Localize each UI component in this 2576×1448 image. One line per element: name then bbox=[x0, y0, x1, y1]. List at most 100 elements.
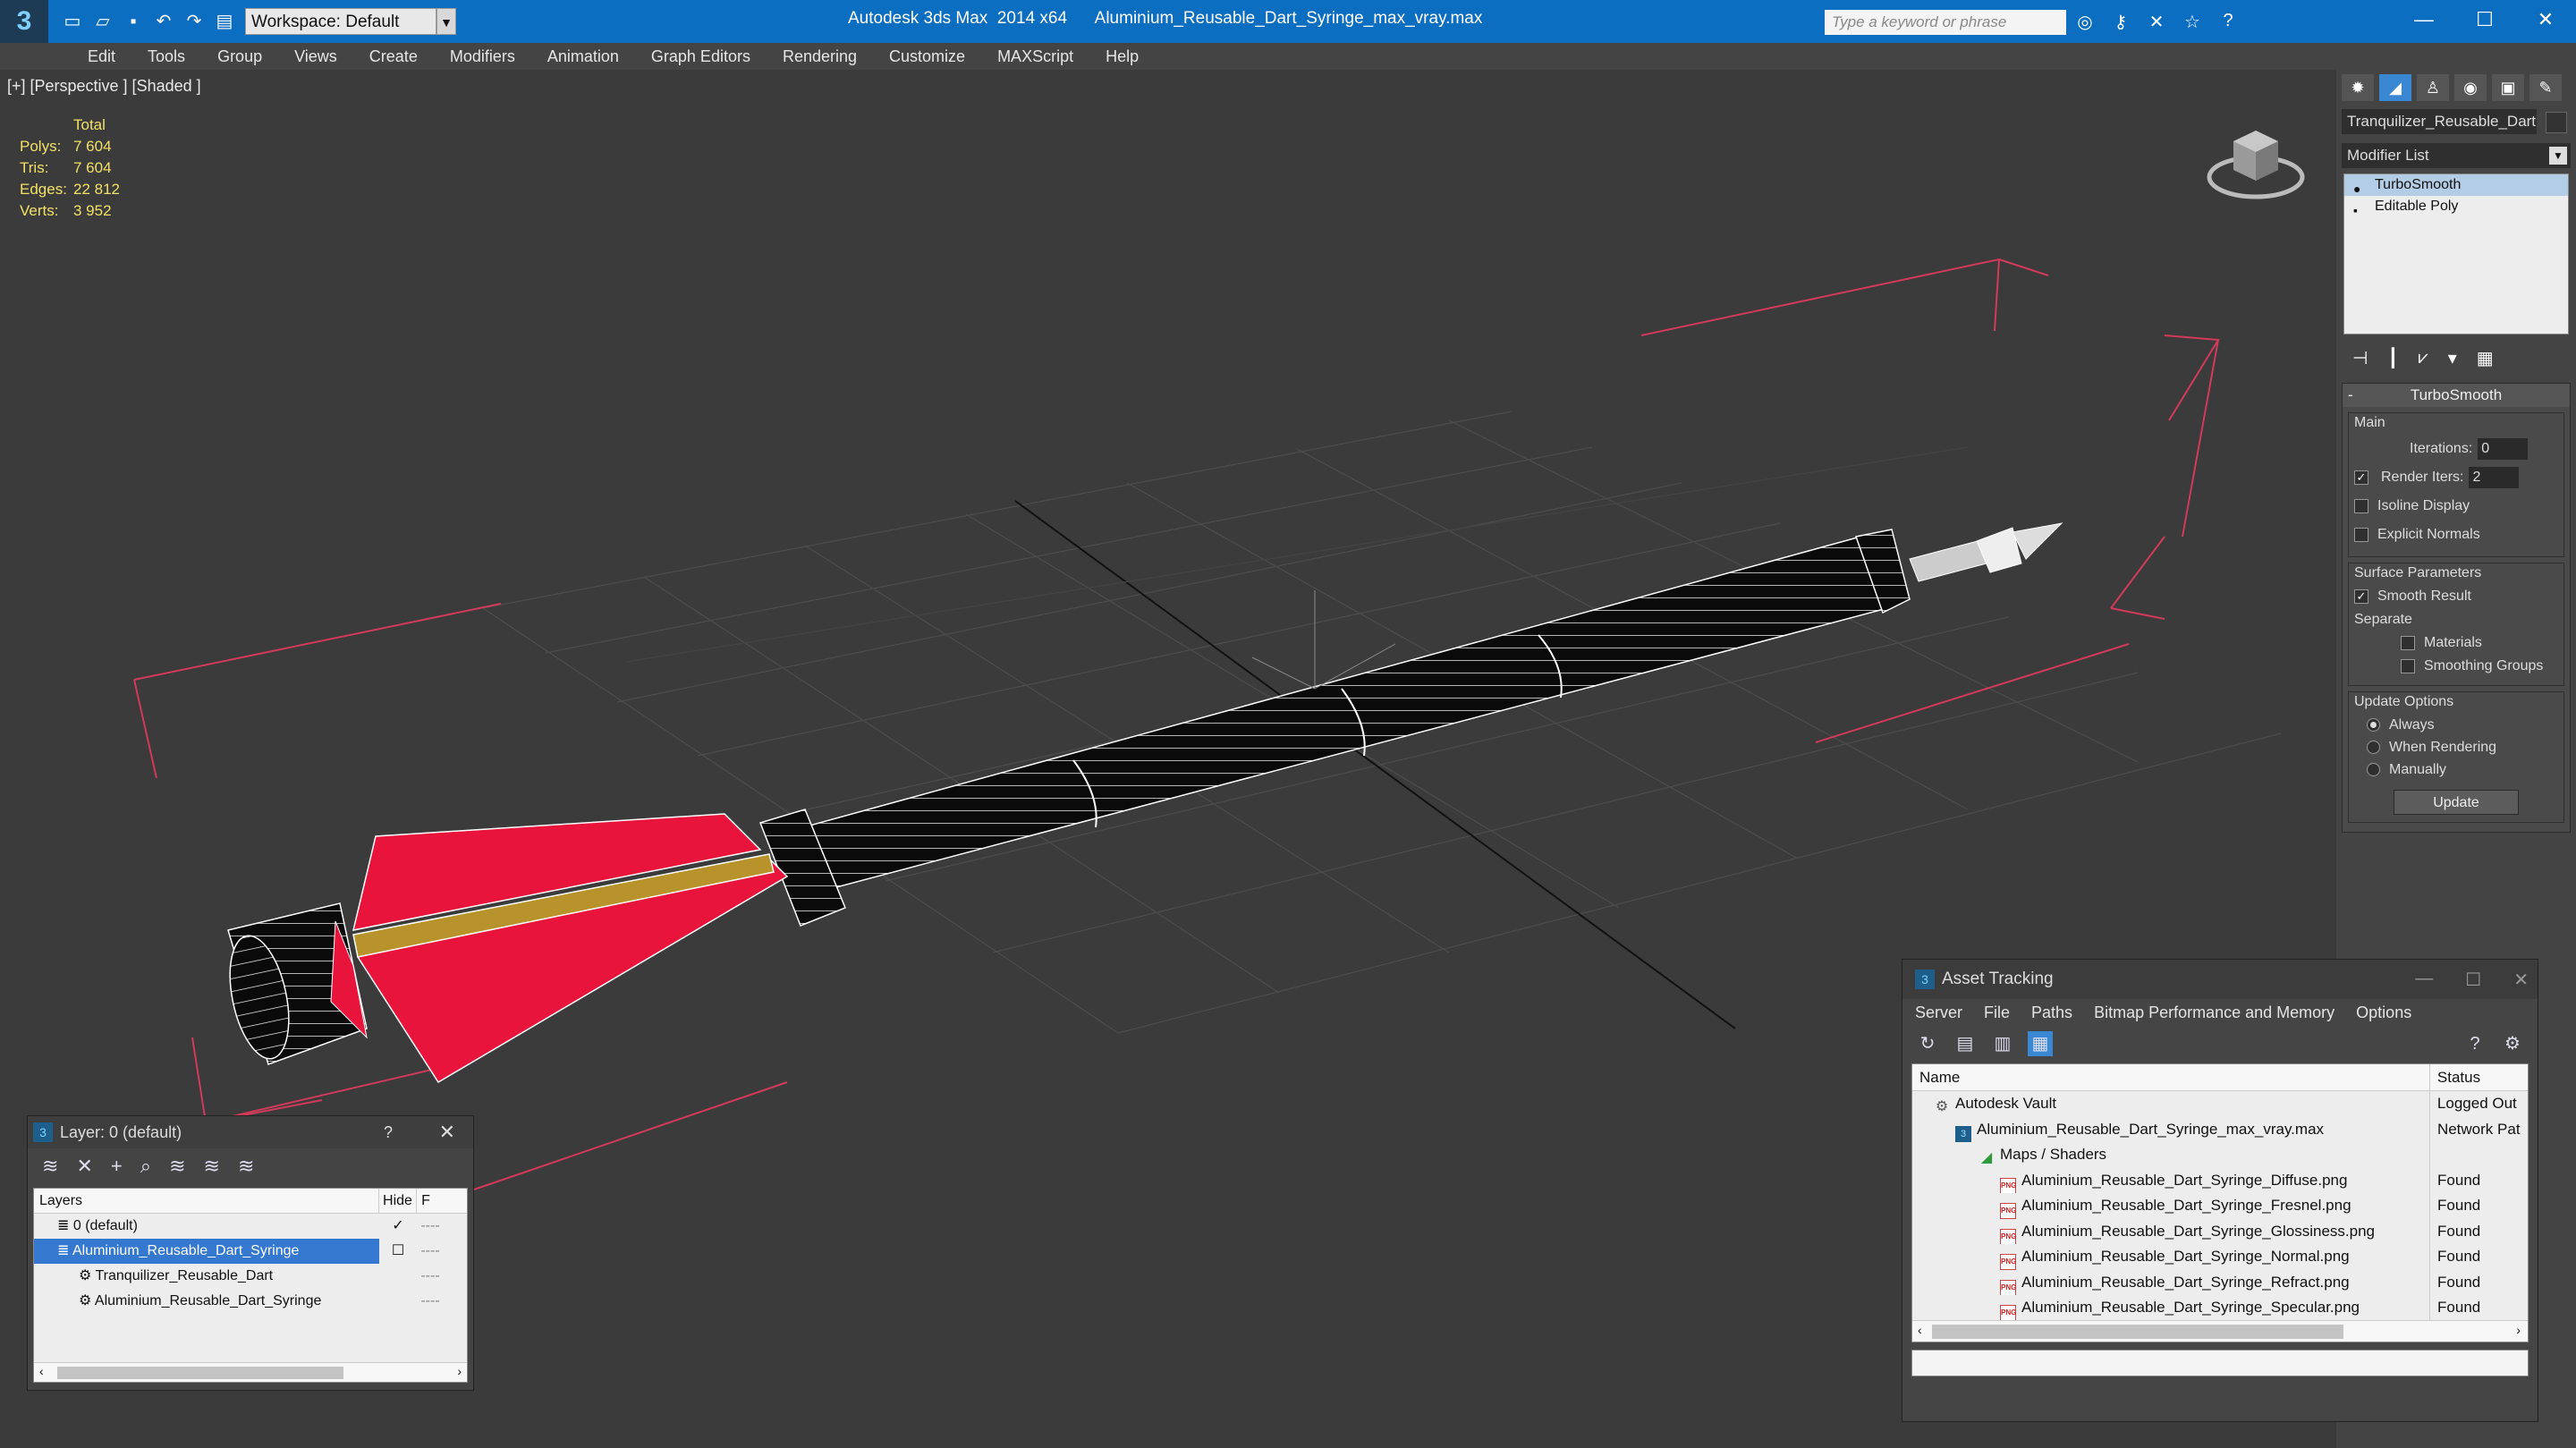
scroll-left-icon[interactable]: ‹ bbox=[1918, 1323, 1922, 1337]
menu-server[interactable]: Server bbox=[1915, 1003, 1962, 1022]
table-row[interactable]: ≣ 0 (default) ✓ ---- bbox=[34, 1214, 467, 1239]
close-icon[interactable]: ✕ bbox=[2515, 0, 2576, 43]
hide-all-layers-icon[interactable]: ≋ bbox=[204, 1155, 220, 1178]
table-row[interactable]: ⚙ Tranquilizer_Reusable_Dart ---- bbox=[34, 1264, 467, 1289]
table-row[interactable]: 3 Aluminium_Reusable_Dart_Syringe_max_vra… bbox=[1912, 1116, 2528, 1142]
scroll-thumb[interactable] bbox=[57, 1367, 343, 1379]
table-row[interactable]: PNG Aluminium_Reusable_Dart_Syringe_Refra… bbox=[1912, 1269, 2528, 1295]
close-icon[interactable]: ✕ bbox=[2513, 969, 2529, 991]
table-row[interactable]: PNG Aluminium_Reusable_Dart_Syringe_Specu… bbox=[1912, 1295, 2528, 1321]
display-tab-icon[interactable]: ▣ bbox=[2492, 74, 2524, 101]
object-color-swatch[interactable] bbox=[2546, 111, 2568, 133]
hide-toggle[interactable]: ☐ bbox=[379, 1239, 417, 1264]
viewport-label[interactable]: [+] [Perspective ] [Shaded ] bbox=[7, 77, 201, 96]
rollout-header[interactable]: - TurboSmooth bbox=[2343, 384, 2570, 407]
menu-paths[interactable]: Paths bbox=[2031, 1003, 2072, 1022]
smoothing-groups-checkbox[interactable] bbox=[2401, 659, 2415, 673]
create-tab-icon[interactable]: ✹ bbox=[2342, 74, 2374, 101]
list-view-icon[interactable]: ▤ bbox=[1953, 1031, 1978, 1056]
maximize-icon[interactable]: ☐ bbox=[2454, 0, 2515, 43]
table-row[interactable]: ◢ Maps / Shaders bbox=[1912, 1142, 2528, 1168]
smooth-result-checkbox[interactable]: ✓ bbox=[2354, 589, 2368, 604]
menu-rendering[interactable]: Rendering bbox=[767, 47, 873, 66]
save-icon[interactable]: ▪ bbox=[122, 10, 145, 33]
render-iters-spinner[interactable]: 2 bbox=[2469, 467, 2520, 488]
when-rendering-radio[interactable] bbox=[2367, 741, 2380, 754]
utilities-tab-icon[interactable]: ✎ bbox=[2529, 74, 2562, 101]
app-logo-icon[interactable]: 3 bbox=[0, 0, 48, 43]
show-end-result-icon[interactable]: ┃ bbox=[2387, 347, 2398, 369]
refresh-icon[interactable]: ↻ bbox=[1915, 1031, 1940, 1056]
settings-icon[interactable]: ⚙ bbox=[2500, 1031, 2525, 1056]
modifier-list-dropdown[interactable]: Modifier List ▼ bbox=[2342, 143, 2571, 168]
explicit-normals-checkbox[interactable] bbox=[2354, 528, 2368, 542]
scroll-left-icon[interactable]: ‹ bbox=[39, 1364, 44, 1378]
stack-item-editable-poly[interactable]: ▪ Editable Poly bbox=[2344, 196, 2568, 217]
minimize-icon[interactable]: — bbox=[2394, 0, 2454, 43]
col-freeze[interactable]: F bbox=[417, 1189, 435, 1213]
expand-icon[interactable]: ▪ bbox=[2353, 199, 2358, 221]
select-in-layer-icon[interactable]: ⌕ bbox=[140, 1155, 151, 1178]
make-unique-icon[interactable]: ⩗ bbox=[2418, 348, 2428, 368]
table-row[interactable]: PNG Aluminium_Reusable_Dart_Syringe_Norma… bbox=[1912, 1244, 2528, 1270]
motion-tab-icon[interactable]: ◉ bbox=[2454, 74, 2487, 101]
freeze-toggle[interactable]: ---- bbox=[417, 1264, 444, 1289]
col-layers[interactable]: Layers bbox=[34, 1189, 379, 1213]
freeze-toggle[interactable]: ---- bbox=[417, 1239, 444, 1264]
menu-graph-editors[interactable]: Graph Editors bbox=[635, 47, 767, 66]
new-file-icon[interactable]: ▭ bbox=[61, 10, 84, 33]
project-folder-icon[interactable]: ▤ bbox=[213, 10, 236, 33]
horizontal-scrollbar[interactable]: ‹ › bbox=[34, 1362, 467, 1382]
highlight-layer-icon[interactable]: ≋ bbox=[169, 1155, 185, 1178]
viewcube-icon[interactable] bbox=[2202, 114, 2309, 204]
configure-sets-icon[interactable]: ▦ bbox=[2477, 347, 2494, 369]
help-icon[interactable]: ? bbox=[2216, 11, 2240, 33]
hide-toggle[interactable] bbox=[379, 1264, 417, 1289]
horizontal-scrollbar[interactable]: ‹ › bbox=[1912, 1320, 2528, 1342]
open-file-icon[interactable]: ▱ bbox=[91, 10, 114, 33]
menu-help[interactable]: Help bbox=[1089, 47, 1155, 66]
menu-bitmap-performance[interactable]: Bitmap Performance and Memory bbox=[2094, 1003, 2334, 1022]
menu-file[interactable]: File bbox=[1984, 1003, 2010, 1022]
always-radio[interactable] bbox=[2367, 718, 2380, 732]
delete-layer-icon[interactable]: ✕ bbox=[76, 1155, 92, 1178]
table-row[interactable]: ≣ Aluminium_Reusable_Dart_Syringe ☐ ---- bbox=[34, 1239, 467, 1264]
table-row[interactable]: PNG Aluminium_Reusable_Dart_Syringe_Fresn… bbox=[1912, 1193, 2528, 1219]
table-row[interactable]: ⚙ Autodesk Vault Logged Out bbox=[1912, 1091, 2528, 1117]
col-name[interactable]: Name bbox=[1912, 1064, 2430, 1090]
undo-icon[interactable]: ↶ bbox=[152, 10, 175, 33]
menu-create[interactable]: Create bbox=[353, 47, 434, 66]
render-iters-checkbox[interactable]: ✓ bbox=[2354, 470, 2368, 485]
asset-window-titlebar[interactable]: 3 Asset Tracking — ☐ ✕ bbox=[1902, 960, 2538, 999]
table-row[interactable]: ⚙ Aluminium_Reusable_Dart_Syringe ---- bbox=[34, 1289, 467, 1314]
help-icon[interactable]: ? bbox=[2462, 1031, 2487, 1056]
col-status[interactable]: Status bbox=[2430, 1064, 2528, 1090]
freeze-all-layers-icon[interactable]: ≋ bbox=[238, 1155, 254, 1178]
create-layer-icon[interactable]: ≋ bbox=[42, 1155, 58, 1178]
menu-group[interactable]: Group bbox=[201, 47, 278, 66]
workspace-chevron-icon[interactable]: ▼ bbox=[436, 8, 456, 35]
workspace-dropdown[interactable]: Workspace: Default bbox=[245, 8, 436, 35]
layer-close-icon[interactable]: ✕ bbox=[439, 1121, 455, 1144]
menu-views[interactable]: Views bbox=[278, 47, 353, 66]
hierarchy-tab-icon[interactable]: ♙ bbox=[2417, 74, 2449, 101]
scroll-thumb[interactable] bbox=[1932, 1325, 2343, 1339]
isoline-display-checkbox[interactable] bbox=[2354, 499, 2368, 513]
table-view-icon[interactable]: ▦ bbox=[2028, 1031, 2053, 1056]
layer-help-icon[interactable]: ? bbox=[384, 1123, 393, 1142]
add-to-layer-icon[interactable]: + bbox=[111, 1155, 123, 1178]
iterations-spinner[interactable]: 0 bbox=[2478, 438, 2529, 460]
modify-tab-icon[interactable]: ◢ bbox=[2379, 74, 2411, 101]
materials-checkbox[interactable] bbox=[2401, 636, 2415, 650]
asset-path-field[interactable] bbox=[1911, 1350, 2529, 1376]
col-hide[interactable]: Hide bbox=[379, 1189, 417, 1213]
exchange-icon[interactable]: ✕ bbox=[2145, 11, 2168, 33]
scroll-right-icon[interactable]: › bbox=[2516, 1323, 2521, 1337]
layer-window-titlebar[interactable]: 3 Layer: 0 (default) ? ✕ bbox=[28, 1116, 473, 1148]
maximize-icon[interactable]: ☐ bbox=[2465, 969, 2481, 991]
key-icon[interactable]: ⚷ bbox=[2109, 11, 2132, 33]
freeze-toggle[interactable]: ---- bbox=[417, 1289, 444, 1314]
search-input[interactable]: Type a keyword or phrase bbox=[1825, 10, 2066, 35]
object-name-field[interactable]: Tranquilizer_Reusable_Dart bbox=[2342, 109, 2537, 134]
scroll-right-icon[interactable]: › bbox=[457, 1364, 462, 1378]
